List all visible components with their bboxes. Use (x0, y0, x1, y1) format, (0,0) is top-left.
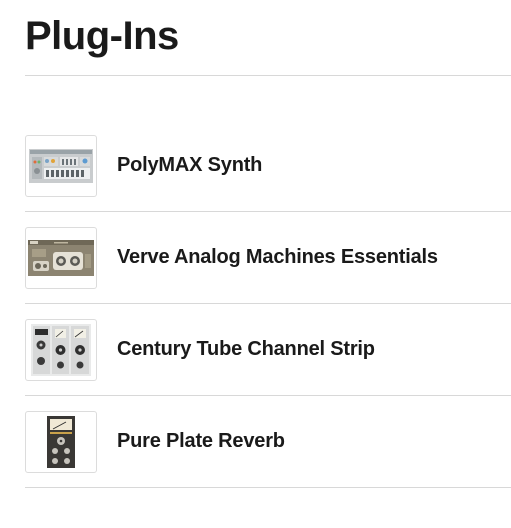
polymax-synth-thumbnail (25, 134, 97, 197)
plugin-name: PolyMAX Synth (117, 154, 263, 176)
plugin-item-pure-plate-reverb[interactable]: Pure Plate Reverb (25, 396, 511, 488)
page-title: Plug-Ins (25, 14, 179, 58)
pure-plate-reverb-thumbnail (25, 410, 97, 473)
title-divider (25, 75, 511, 76)
plugin-name: Century Tube Channel Strip (117, 338, 375, 360)
verve-analog-machines-thumbnail (25, 226, 97, 289)
plugin-name: Verve Analog Machines Essentials (117, 246, 438, 268)
plugin-name: Pure Plate Reverb (117, 430, 285, 452)
plugin-item-century-tube-channel-strip[interactable]: Century Tube Channel Strip (25, 304, 511, 396)
plugin-item-verve-analog-machines-essentials[interactable]: Verve Analog Machines Essentials (25, 212, 511, 304)
century-tube-channel-strip-thumbnail (25, 318, 97, 381)
plugin-list: PolyMAX Synth Verve Analog Machines Esse… (25, 120, 511, 488)
plugin-item-polymax-synth[interactable]: PolyMAX Synth (25, 120, 511, 212)
